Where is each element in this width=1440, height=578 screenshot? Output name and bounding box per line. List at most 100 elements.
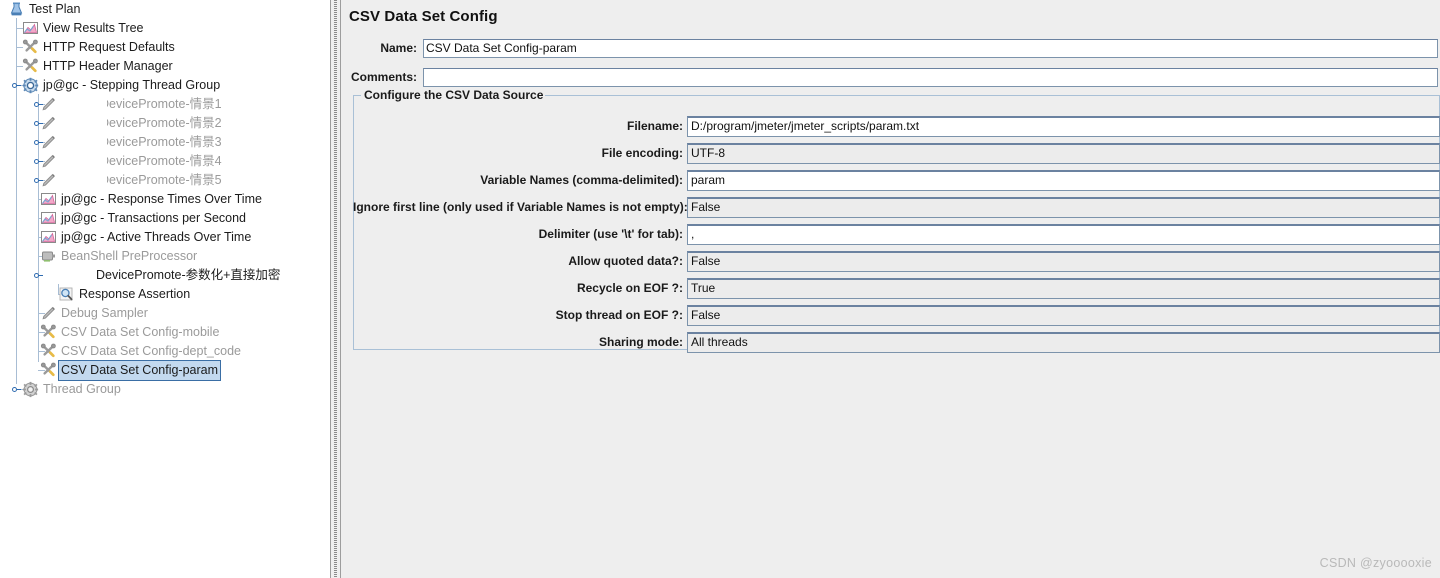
beanshell-icon [40, 248, 57, 265]
tree-item-label: DevicePromote-情景5 [107, 173, 222, 187]
jmeter-window: Test Plan View Results Tree HTTP Request D… [0, 0, 1440, 578]
tools-icon [40, 362, 57, 379]
tree-item-label: jp@gc - Active Threads Over Time [61, 230, 252, 244]
tools-icon [40, 324, 57, 341]
tree-item-label: BeanShell PreProcessor [61, 249, 198, 263]
name-input[interactable]: CSV Data Set Config-param [423, 38, 1438, 58]
chart-icon [22, 20, 39, 37]
tree-item-label: Debug Sampler [61, 306, 148, 320]
tree-item[interactable]: BeanShell PreProcessor [40, 247, 199, 266]
tree-item-label: jp@gc - Stepping Thread Group [43, 78, 221, 92]
tree-item[interactable]: CSV Data Set Config-param [40, 360, 222, 381]
comments-label: Comments: [350, 70, 417, 84]
form-label: File encoding: [601, 146, 683, 160]
tree-item[interactable]: Thread Group [22, 380, 123, 399]
form-row: Filename: D:/program/jmeter/jmeter_script… [353, 115, 1440, 137]
name-label: Name: [380, 41, 417, 55]
form-row: Delimiter (use '\t' for tab):, [353, 223, 1440, 245]
tree-item[interactable]: HTTP Request Defaults [22, 38, 177, 57]
tree-item[interactable]: jp@gc - Response Times Over Time [40, 190, 264, 209]
csv-data-set-config-panel: CSV Data Set Config Name: CSV Data Set C… [341, 0, 1440, 578]
test-plan-icon [8, 1, 25, 18]
watermark: CSDN @zyooooxie [1319, 556, 1432, 570]
form-combobox[interactable]: False [687, 250, 1440, 272]
group-title: Configure the CSV Data Source [362, 88, 546, 102]
group-border-left [353, 95, 361, 96]
tree-item-label: Test Plan [29, 2, 81, 16]
tree-item[interactable]: DevicePromote-情景5 [40, 171, 231, 190]
tools-icon [40, 343, 57, 360]
tree-expand-handle[interactable] [12, 81, 21, 90]
tree-item[interactable]: Debug Sampler [40, 304, 150, 323]
tree-item[interactable]: CSV Data Set Config-dept_code [40, 342, 243, 361]
pencil-icon [40, 134, 57, 151]
tools-icon [22, 58, 39, 75]
chart-icon [40, 210, 57, 227]
tree-item-label: Thread Group [43, 382, 121, 396]
tree-item[interactable]: DevicePromote-情景2 [40, 114, 231, 133]
page-title: CSV Data Set Config [349, 8, 498, 25]
tree-expand-handle[interactable] [34, 271, 43, 280]
form-text-input[interactable]: param [687, 169, 1440, 191]
form-label: Allow quoted data?: [568, 254, 683, 268]
tree-item-label: CSV Data Set Config-dept_code [61, 344, 241, 358]
tree-item[interactable]: jp@gc - Transactions per Second [40, 209, 248, 228]
tree-item-label: jp@gc - Transactions per Second [61, 211, 247, 225]
form-combobox[interactable]: False [687, 304, 1440, 326]
tree-item[interactable]: jp@gc - Active Threads Over Time [40, 228, 253, 247]
tree-item-label: DevicePromote-情景4 [107, 154, 222, 168]
tree-item-label: Response Assertion [79, 287, 191, 301]
tree-expand-handle[interactable] [12, 385, 21, 394]
chart-icon [40, 229, 57, 246]
tree-item-label: View Results Tree [43, 21, 144, 35]
tree-item-label: DevicePromote-参数化+直接加密 [96, 268, 281, 282]
pencil-icon [40, 115, 57, 132]
form-label: Filename: [626, 119, 683, 133]
tree-item[interactable]: DevicePromote-情景3 [40, 133, 231, 152]
tree-item[interactable]: Response Assertion [58, 285, 192, 304]
split-pane-divider[interactable] [330, 0, 341, 578]
tree-item-label: jp@gc - Response Times Over Time [61, 192, 262, 206]
form-row: Ignore first line (only used if Variable… [353, 196, 1440, 218]
tree-item-label: CSV Data Set Config-param [58, 360, 222, 381]
gear-grey-icon [22, 381, 39, 398]
tree-line [38, 94, 39, 362]
tree-item-label: DevicePromote-情景3 [107, 135, 222, 149]
tree-item-label: DevicePromote-情景2 [107, 116, 222, 130]
form-row: Sharing mode: All threads [353, 331, 1440, 353]
form-combobox[interactable]: False [687, 196, 1440, 218]
form-label: Ignore first line (only used if Variable… [353, 200, 688, 214]
tree-item[interactable]: DevicePromote-参数化+直接加密 [75, 266, 282, 285]
tree-item[interactable]: DevicePromote-情景4 [40, 152, 231, 171]
magnifier-icon [58, 286, 75, 303]
tree-item[interactable]: HTTP Header Manager [22, 57, 175, 76]
chart-icon [40, 191, 57, 208]
form-label: Stop thread on EOF ?: [555, 308, 683, 322]
tree-item[interactable]: View Results Tree [22, 19, 146, 38]
form-text-input[interactable]: D:/program/jmeter/jmeter_scripts/param.t… [687, 115, 1440, 137]
tree-item[interactable]: CSV Data Set Config-mobile [40, 323, 221, 342]
pencil-icon [40, 96, 57, 113]
tree-item[interactable]: jp@gc - Stepping Thread Group [22, 76, 222, 95]
tree-item-label: HTTP Header Manager [43, 59, 173, 73]
form-combobox[interactable]: UTF-8 [687, 142, 1440, 164]
group-border-right [506, 95, 1440, 96]
form-combobox[interactable]: True [687, 277, 1440, 299]
comments-input[interactable] [423, 67, 1438, 87]
pencil-icon [40, 153, 57, 170]
form-combobox[interactable]: All threads [687, 331, 1440, 353]
tree-line [16, 18, 17, 384]
form-row: File encoding: UTF-8 [353, 142, 1440, 164]
name-row: Name: CSV Data Set Config-param [341, 38, 1440, 58]
test-plan-tree[interactable]: Test Plan View Results Tree HTTP Request D… [0, 0, 330, 578]
tree-item-label: HTTP Request Defaults [43, 40, 175, 54]
tree-item[interactable]: Test Plan [8, 0, 82, 19]
form-text-input[interactable]: , [687, 223, 1440, 245]
tree-item[interactable]: DevicePromote-情景1 [40, 95, 231, 114]
form-row: Allow quoted data?: False [353, 250, 1440, 272]
form-label: Sharing mode: [598, 335, 683, 349]
no-icon [75, 267, 92, 284]
form-row: Stop thread on EOF ?: False [353, 304, 1440, 326]
pencil-icon [40, 172, 57, 189]
pencil-icon [40, 305, 57, 322]
